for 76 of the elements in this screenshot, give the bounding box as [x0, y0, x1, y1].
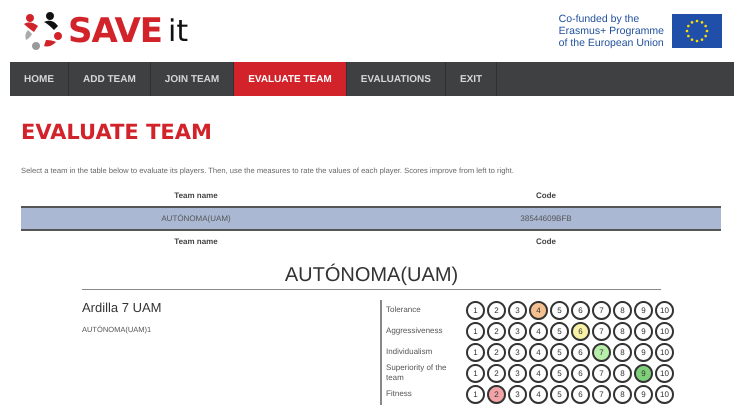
score-button[interactable]: 2: [487, 364, 506, 382]
score-button[interactable]: 2: [487, 300, 506, 320]
score-button[interactable]: 4: [529, 364, 548, 382]
column-header: Code: [535, 191, 557, 200]
score-button[interactable]: 8: [613, 342, 632, 362]
score-button[interactable]: 6: [571, 384, 590, 404]
score-button[interactable]: 5: [550, 342, 569, 362]
score-button[interactable]: 10: [655, 384, 674, 404]
eu-flag-icon: [672, 14, 722, 48]
score-button[interactable]: 8: [613, 364, 632, 382]
score-button[interactable]: 4: [529, 384, 548, 404]
score-button[interactable]: 9: [634, 384, 653, 404]
table-cell-text: AUTÓNOMA(UAM): [160, 214, 232, 223]
score-button[interactable]: 6: [571, 364, 590, 382]
score-button[interactable]: 1: [466, 322, 485, 340]
score-button[interactable]: 9: [634, 342, 653, 362]
score-button[interactable]: 10: [655, 364, 674, 382]
funding-text: of the European Union: [558, 37, 664, 49]
nav-tab[interactable]: EXIT: [446, 62, 498, 96]
score-button[interactable]: 7: [592, 384, 611, 404]
score-button[interactable]: 7: [592, 342, 611, 362]
score-button[interactable]: 9: [634, 322, 653, 340]
measure-label: Aggressiveness: [386, 326, 444, 336]
score-button[interactable]: 3: [508, 300, 527, 320]
score-button[interactable]: 7: [592, 322, 611, 340]
score-button[interactable]: 6: [571, 322, 590, 340]
score-button[interactable]: 1: [466, 384, 485, 404]
score-button[interactable]: 8: [613, 322, 632, 340]
score-button[interactable]: 3: [508, 384, 527, 404]
measure-label: Fitness: [386, 389, 413, 399]
score-button[interactable]: 4: [529, 322, 548, 340]
logo-text: it: [168, 14, 188, 48]
score-button[interactable]: 2: [487, 342, 506, 362]
page-title: EVALUATE TEAM: [21, 120, 213, 144]
measure-label: Superiority of the team: [386, 363, 448, 383]
score-button[interactable]: 6: [571, 300, 590, 320]
score-button[interactable]: 1: [466, 342, 485, 362]
team-heading: AUTÓNOMA(UAM): [82, 264, 661, 290]
score-button[interactable]: 6: [571, 342, 590, 362]
score-button[interactable]: 1: [466, 300, 485, 320]
score-button[interactable]: 8: [613, 300, 632, 320]
logo-text: SAVE: [68, 11, 162, 51]
measure-label: Individualism: [386, 347, 434, 357]
score-button[interactable]: 8: [613, 384, 632, 404]
nav-tab[interactable]: ADD TEAM: [69, 62, 151, 96]
funding-text: Erasmus+ Programme: [558, 25, 664, 37]
nav-tab[interactable]: EVALUATIONS: [346, 62, 446, 96]
table-cell-text: 38544609BFB: [519, 214, 573, 223]
column-footer: Team name: [21, 237, 371, 246]
score-button[interactable]: 7: [592, 300, 611, 320]
score-button[interactable]: 4: [529, 342, 548, 362]
measure-label: Tolerance: [386, 305, 422, 315]
score-button[interactable]: 10: [655, 342, 674, 362]
nav-tab[interactable]: EVALUATE TEAM: [234, 62, 347, 96]
score-button[interactable]: 3: [508, 342, 527, 362]
nav-tab[interactable]: HOME: [10, 62, 69, 96]
table-row[interactable]: AUTÓNOMA(UAM) 38544609BFB: [21, 206, 721, 231]
score-button[interactable]: 2: [487, 322, 506, 340]
column-footer: Code: [371, 237, 721, 246]
score-button[interactable]: 1: [466, 364, 485, 382]
score-button[interactable]: 9: [634, 364, 653, 382]
funding-text: Co-funded by the: [558, 13, 640, 25]
score-button[interactable]: 5: [550, 384, 569, 404]
score-button[interactable]: 3: [508, 364, 527, 382]
score-button[interactable]: 5: [550, 300, 569, 320]
score-button[interactable]: 9: [634, 300, 653, 320]
score-button[interactable]: 10: [655, 322, 674, 340]
player-name: Ardilla 7 UAM: [82, 300, 162, 315]
score-button[interactable]: 4: [529, 300, 548, 320]
score-button[interactable]: 10: [655, 300, 674, 320]
score-button[interactable]: 5: [550, 364, 569, 382]
column-header: Team name: [173, 191, 219, 200]
score-button[interactable]: 7: [592, 364, 611, 382]
score-button[interactable]: 2: [487, 384, 506, 404]
score-button[interactable]: 3: [508, 322, 527, 340]
score-button[interactable]: 5: [550, 322, 569, 340]
